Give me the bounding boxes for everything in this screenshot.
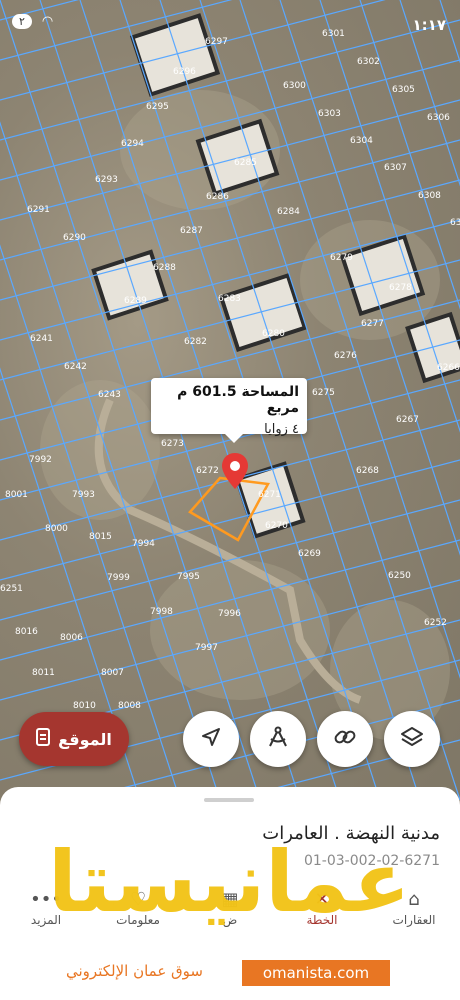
plot-number-label: 6285 [234,158,257,168]
share-link-button[interactable] [317,711,373,767]
plot-number-label: 6290 [63,233,86,243]
plot-info-popup: المساحة 601.5 م مربع ٤ زوايا [151,378,307,443]
plot-number-label: 6270 [265,521,288,531]
navigate-button[interactable] [183,711,239,767]
location-pin-icon[interactable] [222,453,248,493]
plot-number-label: 6287 [180,226,203,236]
plot-number-label: 8011 [32,668,55,678]
plot-number-label: 6275 [312,388,335,398]
plot-number-label: 6271 [258,490,281,500]
watermark-subtitle: سوق عمان الإلكتروني [66,962,203,980]
plot-number-label: 6284 [277,207,300,217]
status-bar: ٢ ◠ ١:١٧ [0,0,460,50]
plot-number-label: 7994 [132,539,155,549]
building [91,249,169,321]
plot-area-text: المساحة 601.5 م مربع [177,384,299,416]
plot-number-label: 6300 [283,81,306,91]
document-icon [36,728,51,750]
plot-number-label: 6289 [124,296,147,306]
plot-number-label: 6295 [146,102,169,112]
plot-corners-text: ٤ زوايا [264,422,299,437]
plot-number-label: 6252 [424,618,447,628]
plot-number-label: 6291 [27,205,50,215]
plot-number-label: 6268 [356,466,379,476]
plot-number-label: 6294 [121,139,144,149]
plot-number-label: 6251 [0,584,23,594]
plot-number-label: 6241 [30,334,53,344]
plot-number-label: 8000 [45,524,68,534]
layers-button[interactable] [384,711,440,767]
plot-number-label: 6304 [350,136,373,146]
wifi-icon: ◠ [41,14,54,29]
plot-number-label: 6267 [396,415,419,425]
plot-number-label: 6272 [196,466,219,476]
plot-number-label: 6286 [206,192,229,202]
plot-number-label: 6311 [450,218,460,228]
plot-number-label: 8010 [73,701,96,711]
plot-number-label: 8015 [89,532,112,542]
plot-number-label: 6293 [95,175,118,185]
plot-number-label: 7996 [218,609,241,619]
plot-number-label: 6305 [392,85,415,95]
plot-number-label: 7993 [72,490,95,500]
plot-number-label: 8007 [101,668,124,678]
plot-number-label: 6277 [361,319,384,329]
notification-badge: ٢ [12,14,32,29]
plot-number-label: 6276 [334,351,357,361]
plot-number-label: 7992 [29,455,52,465]
plot-number-label: 6278 [389,283,412,293]
plot-number-label: 7998 [150,607,173,617]
plot-number-label: 6308 [418,191,441,201]
link-icon [333,725,357,753]
plot-number-label: 8006 [60,633,83,643]
plot-number-label: 6242 [64,362,87,372]
plot-number-label: 8001 [5,490,28,500]
plot-number-label: 6266 [437,363,460,373]
plot-number-label: 6282 [184,337,207,347]
plot-number-label: 7997 [195,643,218,653]
plot-number-label: 6280 [262,329,285,339]
plot-number-label: 6296 [173,67,196,77]
location-button[interactable]: الموقع [19,712,129,766]
plot-number-label: 6283 [218,294,241,304]
compass-measure-icon [266,725,290,753]
status-time: ١:١٧ [412,16,446,34]
navigation-arrow-icon [200,726,222,752]
plot-number-label: 6306 [427,113,450,123]
plot-number-label: 6243 [98,390,121,400]
plot-number-label: 6279 [330,253,353,263]
plot-number-label: 6250 [388,571,411,581]
plot-number-label: 6288 [153,263,176,273]
plot-number-label: 7999 [107,573,130,583]
plot-number-label: 6273 [161,439,184,449]
plot-number-label: 7995 [177,572,200,582]
plot-number-label: 6302 [357,57,380,67]
plot-number-label: 6269 [298,549,321,559]
plot-number-label: 6307 [384,163,407,173]
watermark-url: omanista.com [242,960,390,986]
plot-number-label: 6303 [318,109,341,119]
plot-number-label: 8008 [118,701,141,711]
sheet-drag-handle[interactable] [204,798,254,802]
measure-button[interactable] [250,711,306,767]
layers-icon [400,725,424,753]
watermark-logo-text: عمانيستا [48,833,411,931]
plot-number-label: 8016 [15,627,38,637]
location-button-label: الموقع [58,729,112,749]
